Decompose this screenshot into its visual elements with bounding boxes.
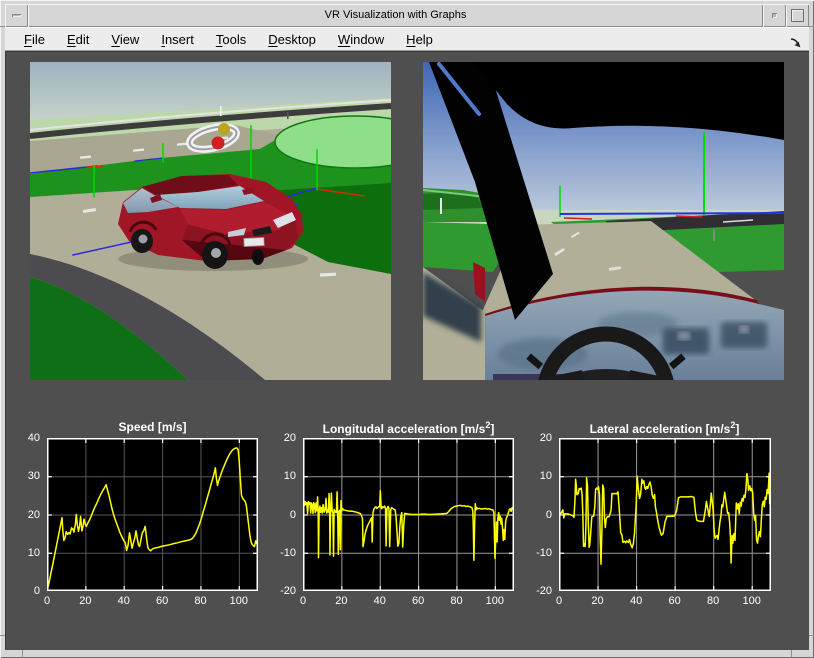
window: VR Visualization with Graphs File Edit Vie…: [0, 0, 814, 658]
x-tick-label: 80: [707, 595, 720, 607]
chart-longitudinal-plot: [303, 438, 514, 591]
x-tick-label: 40: [629, 595, 643, 607]
dock-figure-icon[interactable]: [789, 36, 802, 49]
lamp-post: [220, 106, 222, 116]
chart-longitudinal-title: Longitudal acceleration [m/s2]: [322, 420, 495, 436]
frame-notch: [809, 26, 814, 27]
x-tick-label: 100: [485, 595, 504, 607]
left-post: [440, 198, 442, 214]
menu-item-insert[interactable]: Insert: [150, 29, 205, 50]
y-tick-label: -20: [280, 585, 296, 597]
menubar: File Edit View Insert Tools Desktop Window Help: [5, 27, 809, 51]
minimize-icon: [12, 14, 21, 17]
ring-yellow-ball: [218, 123, 230, 135]
x-tick-label: 40: [373, 595, 386, 607]
menu-item-desktop[interactable]: Desktop: [257, 29, 327, 50]
y-tick-label: 20: [283, 432, 296, 444]
frame-notch: [809, 635, 814, 636]
chart-lateral-plot: [559, 438, 771, 591]
y-tick-label: 10: [539, 470, 552, 483]
instrument-cluster: [663, 328, 709, 354]
menu-item-window[interactable]: Window: [327, 29, 395, 50]
chart-speed-title: Speed [m/s]: [118, 420, 187, 434]
y-tick-label: -10: [280, 546, 296, 559]
x-tick-label: 100: [742, 595, 761, 607]
restore-button[interactable]: [763, 4, 786, 27]
x-tick-label: 80: [450, 595, 463, 607]
frame-notch: [22, 650, 23, 658]
door-red-sliver: [473, 262, 485, 302]
menu-item-tools[interactable]: Tools: [205, 29, 257, 50]
maximize-icon: [791, 9, 804, 22]
x-tick-label: 20: [79, 595, 92, 607]
titlebar[interactable]: VR Visualization with Graphs: [5, 4, 809, 27]
x-tick-label: 20: [335, 595, 348, 607]
y-tick-label: 0: [289, 508, 296, 521]
y-tick-label: 30: [27, 470, 40, 483]
vr-exterior-view[interactable]: [30, 62, 391, 380]
chart-lateral-acceleration: Lateral acceleration [m/s2] 0 20 40 60 80 100…: [524, 420, 782, 613]
license-plate: [243, 237, 265, 247]
x-tick-label: 80: [194, 595, 207, 607]
y-tick-label: 20: [27, 508, 40, 521]
y-tick-label: 10: [27, 546, 40, 559]
x-tick-label: 20: [591, 595, 604, 607]
y-tick-label: -10: [536, 546, 552, 559]
menu-item-help[interactable]: Help: [395, 29, 444, 50]
menu-item-view[interactable]: View: [100, 29, 150, 50]
y-tick-label: -20: [536, 585, 552, 597]
y-tick-label: 20: [539, 432, 552, 444]
x-tick-label: 60: [411, 595, 425, 607]
maximize-button[interactable]: [786, 4, 809, 27]
vr-driver-scene: [423, 62, 784, 380]
figure-canvas: Speed [m/s] 0 20 40 60 80 100 0 10 20 30 40 Longit…: [5, 51, 809, 650]
x-tick-label: 60: [155, 595, 169, 607]
chart-speed-plot: [47, 438, 258, 591]
y-tick-label: 0: [545, 508, 552, 521]
ring-red-ball: [211, 136, 225, 150]
menu-item-file[interactable]: File: [13, 29, 56, 50]
frame-notch: [791, 650, 792, 658]
chart-speed: Speed [m/s] 0 20 40 60 80 100 0 10 20 30 40: [12, 420, 270, 613]
window-title: VR Visualization with Graphs: [28, 4, 763, 27]
x-tick-label: 100: [229, 595, 248, 607]
far-post: [287, 112, 289, 119]
minimize-button[interactable]: [5, 4, 28, 27]
chart-longitudinal-acceleration: Longitudal acceleration [m/s2] 0 20 40 60 80…: [268, 420, 526, 613]
menu-list: File Edit View Insert Tools Desktop Window Help: [5, 29, 789, 50]
vr-driver-view[interactable]: [423, 62, 784, 380]
x-tick-label: 60: [668, 595, 681, 607]
y-tick-label: 40: [27, 432, 40, 444]
y-tick-label: 0: [33, 585, 40, 597]
car-wheel-far: [252, 249, 264, 265]
restore-icon: [772, 13, 777, 18]
chart-lateral-title: Lateral acceleration [m/s2]: [589, 420, 740, 436]
y-tick-label: 10: [283, 470, 296, 483]
menu-item-edit[interactable]: Edit: [56, 29, 100, 50]
x-tick-label: 40: [117, 595, 130, 607]
vr-exterior-scene: [30, 62, 391, 380]
